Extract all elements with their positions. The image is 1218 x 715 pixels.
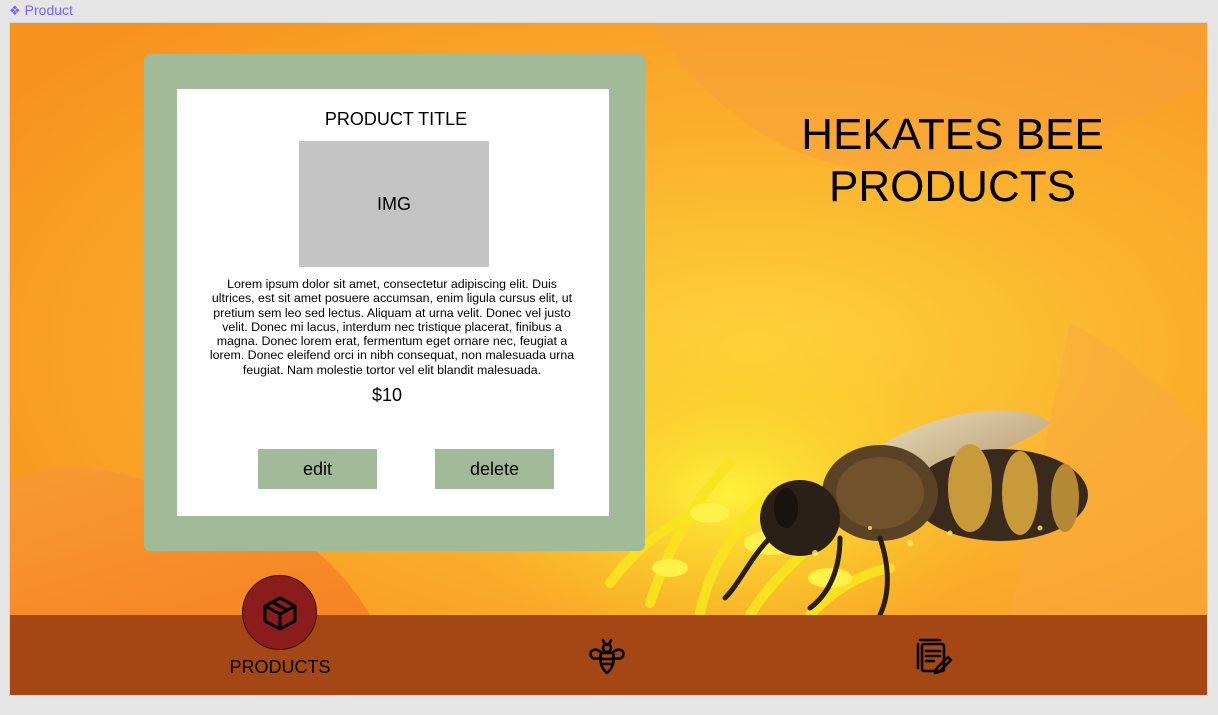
product-card: PRODUCT TITLE IMG Lorem ipsum dolor sit … (144, 54, 645, 551)
nav-products-label: PRODUCTS (229, 657, 331, 677)
nav-products-button[interactable] (242, 575, 317, 650)
nav-notes-button[interactable] (914, 635, 954, 677)
delete-button[interactable]: delete (435, 449, 554, 489)
product-price: $10 (371, 385, 403, 405)
brand-heading: HEKATES BEE PRODUCTS (770, 109, 1135, 213)
component-icon: ❖ (9, 2, 21, 18)
product-image-placeholder: IMG (299, 141, 489, 267)
brand-line-2: PRODUCTS (829, 162, 1076, 211)
frame-label: ❖ Product (9, 2, 73, 18)
app-frame: PRODUCT TITLE IMG Lorem ipsum dolor sit … (9, 22, 1208, 696)
product-card-body: PRODUCT TITLE IMG Lorem ipsum dolor sit … (177, 89, 609, 516)
brand-line-1: HEKATES BEE (801, 110, 1104, 159)
bee-icon (589, 638, 625, 675)
notes-icon (916, 638, 953, 675)
image-placeholder-label: IMG (377, 193, 411, 214)
edit-button[interactable]: edit (258, 449, 377, 489)
product-title: PRODUCT TITLE (324, 109, 468, 129)
nav-bee-button[interactable] (586, 635, 628, 677)
frame-label-text: Product (24, 2, 73, 18)
box-icon (263, 596, 296, 630)
product-description: Lorem ipsum dolor sit amet, consectetur … (209, 277, 575, 377)
